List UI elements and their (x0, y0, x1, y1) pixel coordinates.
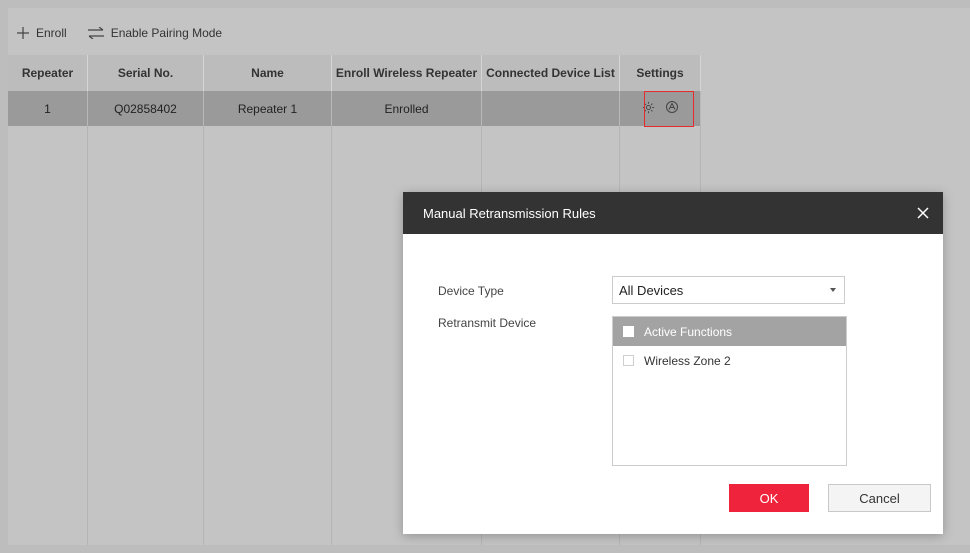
cancel-button[interactable]: Cancel (828, 484, 931, 512)
checkbox[interactable] (623, 326, 634, 337)
table-row[interactable]: 1 Q02858402 Repeater 1 Enrolled (8, 91, 701, 126)
device-type-label: Device Type (438, 284, 504, 298)
column-header-name[interactable]: Name (204, 55, 332, 91)
list-item-label: Wireless Zone 2 (644, 353, 731, 368)
enroll-label: Enroll (36, 26, 67, 40)
table-header: Repeater Serial No. Name Enroll Wireless… (8, 55, 701, 91)
retransmit-device-label: Retransmit Device (438, 316, 537, 330)
close-icon[interactable] (917, 207, 929, 219)
list-item-label: Active Functions (644, 324, 733, 339)
plus-icon (16, 26, 30, 40)
highlight-box (644, 91, 694, 127)
column-divider (8, 126, 88, 545)
chevron-down-icon (830, 288, 836, 292)
manual-retransmission-dialog: Manual Retransmission Rules Device Type … (403, 192, 943, 534)
cell-repeater: 1 (8, 91, 88, 126)
toolbar: Enroll Enable Pairing Mode (8, 8, 708, 58)
column-divider (88, 126, 204, 545)
column-divider (204, 126, 332, 545)
list-item-wireless-zone-2[interactable]: Wireless Zone 2 (613, 346, 846, 375)
cell-serial: Q02858402 (88, 91, 204, 126)
cell-name: Repeater 1 (204, 91, 332, 126)
column-header-serial[interactable]: Serial No. (88, 55, 204, 91)
column-header-repeater[interactable]: Repeater (8, 55, 88, 91)
ok-button[interactable]: OK (729, 484, 809, 512)
pairing-label: Enable Pairing Mode (110, 26, 223, 40)
cell-enroll-status: Enrolled (332, 91, 482, 126)
retransmit-device-list[interactable]: Active Functions Wireless Zone 2 (612, 316, 847, 466)
enroll-button[interactable]: Enroll (16, 26, 67, 40)
cell-connected-devices (482, 91, 620, 126)
column-header-settings[interactable]: Settings (620, 55, 701, 91)
column-header-connected[interactable]: Connected Device List (482, 55, 620, 91)
dialog-header: Manual Retransmission Rules (403, 192, 943, 234)
device-type-select[interactable]: All Devices (612, 276, 845, 304)
enable-pairing-mode-button[interactable]: Enable Pairing Mode (87, 26, 222, 40)
swap-arrows-icon (87, 27, 105, 39)
dialog-title: Manual Retransmission Rules (423, 205, 596, 221)
list-item-active-functions[interactable]: Active Functions (613, 317, 846, 346)
checkbox[interactable] (623, 355, 634, 366)
device-type-value: All Devices (619, 282, 684, 298)
column-header-enroll[interactable]: Enroll Wireless Repeater (332, 55, 482, 91)
